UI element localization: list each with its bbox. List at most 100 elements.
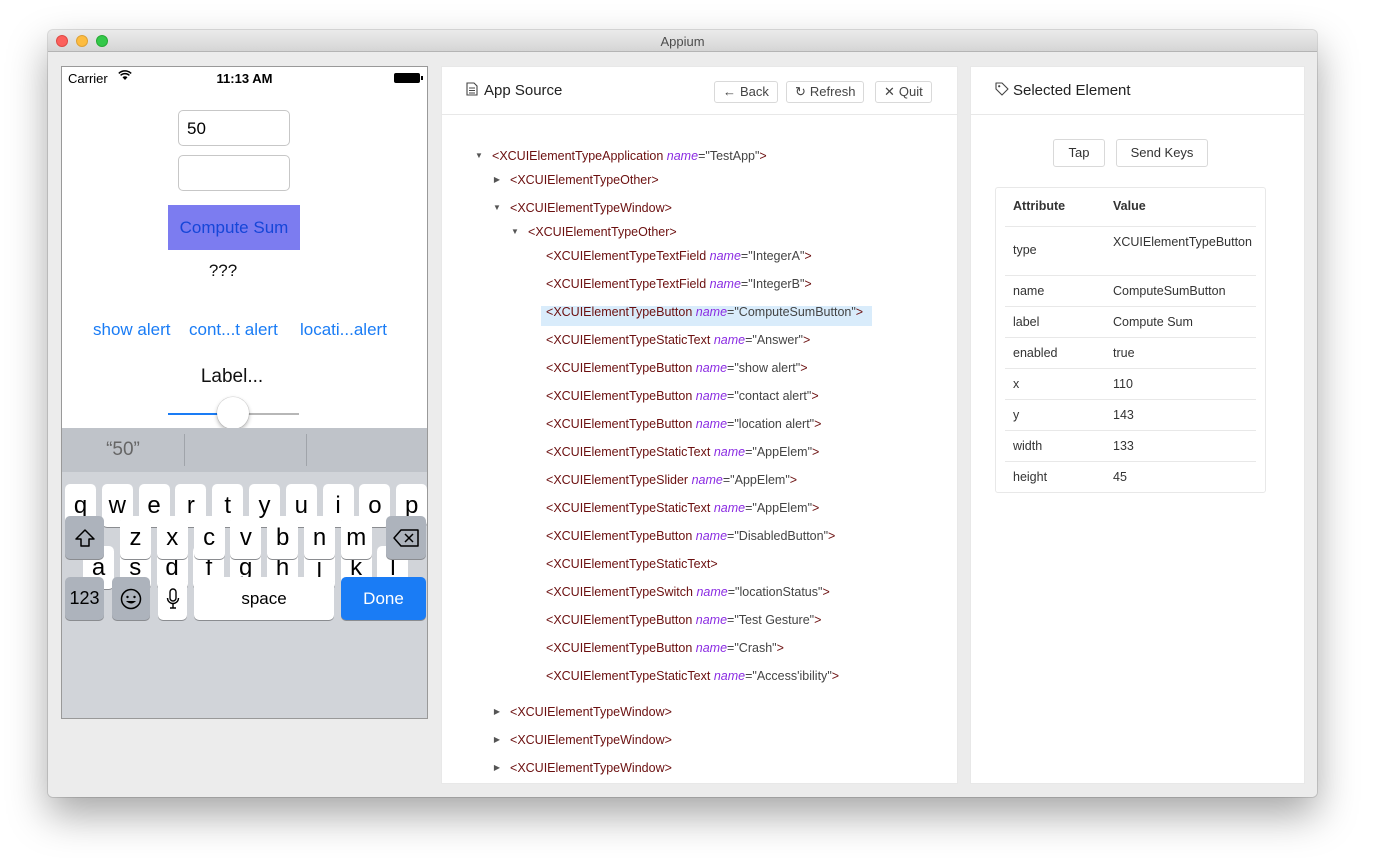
tree-node-tag: <XCUIElementTypeButton name="contact ale… (546, 386, 819, 406)
element-type: XCUIElementTypeButton (553, 417, 693, 431)
close-icon: ✕ (884, 84, 895, 99)
location-alert-button[interactable]: locati...alert (300, 320, 387, 340)
suggestion-bar: “50” (62, 428, 427, 472)
attribute-name: name (713, 501, 746, 515)
emoji-key[interactable] (112, 577, 150, 620)
app-source-header: App Source ← Back ↻ Refresh ✕ Quit (442, 67, 957, 115)
equals-quote: =" (727, 305, 739, 319)
equals-quote: =" (722, 473, 735, 487)
element-type: XCUIElementTypeTextField (553, 249, 707, 263)
back-button[interactable]: ← Back (714, 81, 778, 103)
refresh-button[interactable]: ↻ Refresh (786, 81, 865, 103)
equals-quote: =" (745, 501, 757, 515)
tag-close-bracket: > (800, 361, 808, 375)
attribute-value: Answer (756, 333, 799, 347)
caret-down-icon[interactable]: ▼ (492, 198, 502, 218)
shift-key[interactable] (65, 516, 104, 559)
attribute-value: 133 (1113, 439, 1134, 453)
tag-close-bracket: > (664, 761, 672, 775)
attribute-name: name (695, 529, 728, 543)
tag-close-bracket: > (664, 201, 672, 215)
suggestion-1[interactable]: “50” (62, 428, 184, 472)
status-bar: Carrier 11:13 AM (62, 67, 427, 89)
tree-node-tag: <XCUIElementTypeOther> (528, 222, 677, 242)
attribute-value: Compute Sum (1113, 315, 1193, 329)
slider-thumb[interactable] (217, 397, 249, 429)
key-v[interactable]: v (230, 516, 262, 559)
element-type: XCUIElementTypeWindow (517, 705, 665, 719)
attribute-value: Test Gesture (738, 613, 810, 627)
app-label: Label... (200, 366, 264, 387)
attribute-row-x: x 110 (1005, 369, 1256, 400)
key-n[interactable]: n (304, 516, 335, 559)
key-b[interactable]: b (267, 516, 299, 559)
attribute-name: height (1013, 470, 1048, 484)
equals-quote: =" (727, 585, 740, 599)
space-key[interactable]: space (194, 577, 334, 620)
equals-quote: =" (727, 641, 739, 655)
key-x[interactable]: x (156, 516, 188, 559)
key-z[interactable]: z (120, 516, 151, 559)
caret-right-icon[interactable]: ▶ (492, 758, 502, 778)
tree-node-tag: <XCUIElementTypeStaticText name="Answer"… (546, 330, 810, 350)
key-m[interactable]: m (340, 516, 372, 559)
attribute-name: name (695, 361, 728, 375)
caret-down-icon[interactable]: ▼ (510, 222, 520, 242)
compute-sum-button[interactable]: Compute Sum (168, 205, 300, 250)
caret-down-icon[interactable]: ▼ (474, 146, 484, 166)
quit-button[interactable]: ✕ Quit (875, 81, 932, 103)
tree-node-tag: <XCUIElementTypeStaticText> (546, 554, 718, 574)
attribute-name: name (695, 305, 728, 319)
emoji-icon (120, 588, 142, 610)
equals-quote: =" (698, 149, 710, 163)
done-key[interactable]: Done (341, 577, 426, 620)
tap-button[interactable]: Tap (1053, 139, 1105, 167)
refresh-icon: ↻ (795, 84, 806, 99)
app-source-panel: App Source ← Back ↻ Refresh ✕ Quit ▼ <XCUIEl… (441, 66, 958, 784)
value-column-header: Value (1113, 199, 1146, 213)
element-type: XCUIElementTypeButton (553, 613, 693, 627)
tag-close-bracket: > (855, 305, 864, 319)
send-keys-button[interactable]: Send Keys (1116, 139, 1208, 167)
attribute-row-label: label Compute Sum (1005, 307, 1256, 338)
attribute-name: name (666, 149, 699, 163)
suggestion-3[interactable] (307, 428, 427, 472)
refresh-button-label: Refresh (809, 84, 856, 99)
caret-right-icon[interactable]: ▶ (492, 702, 502, 722)
element-type: XCUIElementTypeApplication (499, 149, 664, 163)
tag-close-bracket: > (804, 277, 812, 291)
key-c[interactable]: c (193, 516, 225, 559)
window-body: Carrier 11:13 AM 50 Compute Sum ??? show… (48, 52, 1317, 797)
attribute-value: ComputeSumButton (1113, 284, 1226, 298)
delete-key[interactable] (386, 516, 426, 559)
attribute-value: true (1113, 346, 1135, 360)
element-type: XCUIElementTypeWindow (517, 201, 665, 215)
attribute-name: name (695, 613, 728, 627)
element-type: XCUIElementTypeButton (553, 361, 693, 375)
equals-quote: =" (740, 277, 753, 291)
equals-quote: =" (727, 417, 739, 431)
tag-close-bracket: > (828, 529, 836, 543)
attribute-value: Access'ibility (756, 669, 828, 683)
tree-node-tag: <XCUIElementTypeOther> (510, 170, 659, 190)
integer-b-field[interactable] (178, 155, 290, 191)
microphone-icon (166, 588, 180, 609)
dictation-key[interactable] (158, 577, 187, 620)
attribute-column-header: Attribute (1013, 199, 1066, 213)
device-screenshot[interactable]: Carrier 11:13 AM 50 Compute Sum ??? show… (61, 66, 428, 719)
suggestion-2[interactable] (185, 428, 307, 472)
element-type: XCUIElementTypeSwitch (553, 585, 693, 599)
caret-right-icon[interactable]: ▶ (492, 730, 502, 750)
attribute-value: 45 (1113, 470, 1127, 484)
contact-alert-button[interactable]: cont...t alert (189, 320, 278, 340)
show-alert-button[interactable]: show alert (93, 320, 170, 340)
numbers-key[interactable]: 123 (65, 577, 104, 620)
tag-close-bracket: > (814, 613, 822, 627)
caret-right-icon[interactable]: ▶ (492, 170, 502, 190)
element-type: XCUIElementTypeStaticText (553, 557, 711, 571)
tag-close-bracket: > (802, 333, 811, 347)
tree-node-tag: <XCUIElementTypeWindow> (510, 730, 672, 750)
attribute-table-header: Attribute Value (1005, 188, 1256, 227)
integer-a-field[interactable]: 50 (178, 110, 290, 146)
attribute-name: name (709, 277, 741, 291)
